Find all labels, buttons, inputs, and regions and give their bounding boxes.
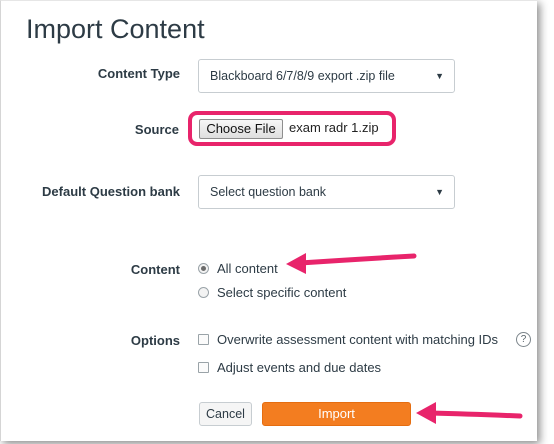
annotation-arrows bbox=[286, 253, 523, 424]
arrow-to-all-content bbox=[286, 253, 417, 274]
arrow-to-import-button bbox=[416, 402, 523, 424]
